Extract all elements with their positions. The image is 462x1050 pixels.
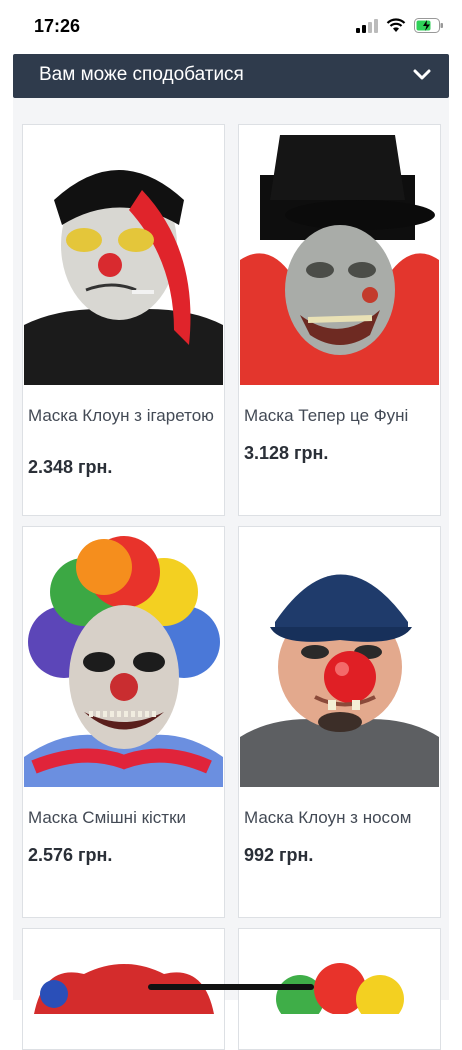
product-image[interactable] bbox=[24, 934, 223, 1014]
product-image[interactable] bbox=[24, 532, 223, 787]
wifi-icon bbox=[386, 18, 406, 32]
recommendations-header[interactable]: Вам може сподобатися bbox=[13, 54, 449, 98]
product-card[interactable]: Маска Клоун з носом 992 грн. bbox=[238, 526, 441, 918]
product-image[interactable] bbox=[24, 130, 223, 385]
status-bar: 17:26 bbox=[0, 0, 462, 54]
product-title[interactable]: Маска Клоун з носом bbox=[244, 805, 434, 830]
section-title: Вам може сподобатися bbox=[39, 64, 244, 85]
chevron-down-icon[interactable] bbox=[413, 68, 431, 82]
product-price: 3.128 грн. bbox=[244, 443, 329, 463]
product-title[interactable]: Маска Клоун з ігаретою bbox=[28, 403, 218, 428]
product-image[interactable] bbox=[240, 934, 439, 1014]
product-card[interactable]: Маска Клоун з ігаретою 2.348 грн. bbox=[22, 124, 225, 516]
product-price: 2.576 грн. bbox=[28, 845, 113, 865]
product-price: 992 грн. bbox=[244, 845, 314, 865]
status-time: 17:26 bbox=[34, 16, 81, 36]
home-indicator[interactable] bbox=[148, 984, 314, 990]
product-image[interactable] bbox=[240, 130, 439, 385]
product-card[interactable]: Маска Смішні кістки 2.576 грн. bbox=[22, 526, 225, 918]
product-title[interactable]: Маска Смішні кістки bbox=[28, 805, 218, 830]
product-title[interactable]: Маска Тепер це Фуні bbox=[244, 403, 434, 428]
product-image[interactable] bbox=[240, 532, 439, 787]
status-icons bbox=[356, 18, 444, 33]
product-price: 2.348 грн. bbox=[28, 457, 113, 477]
product-card[interactable]: Маска Тепер це Фуні 3.128 грн. bbox=[238, 124, 441, 516]
cellular-signal-icon bbox=[356, 18, 378, 33]
battery-charging-icon bbox=[414, 18, 443, 33]
